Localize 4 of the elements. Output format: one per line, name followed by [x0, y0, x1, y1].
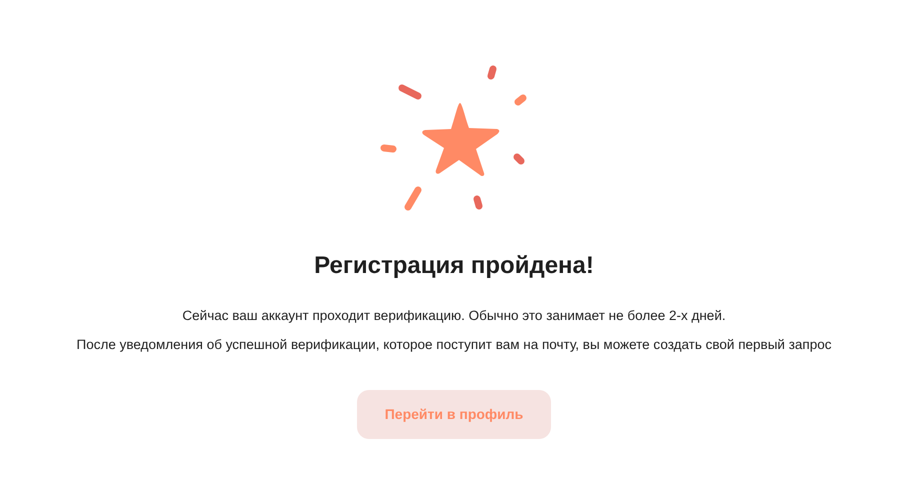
- info-text: После уведомления об успешной верификации, которое поступит вам на почту, вы можете создать свой первый запрос: [76, 336, 832, 354]
- info-text: Сейчас ваш аккаунт проходит верификацию. Обычно это занимает не более 2-х дней.: [182, 307, 726, 325]
- profile-button[interactable]: Перейти в профиль: [357, 390, 551, 439]
- page-title: Регистрация пройдена!: [314, 251, 594, 281]
